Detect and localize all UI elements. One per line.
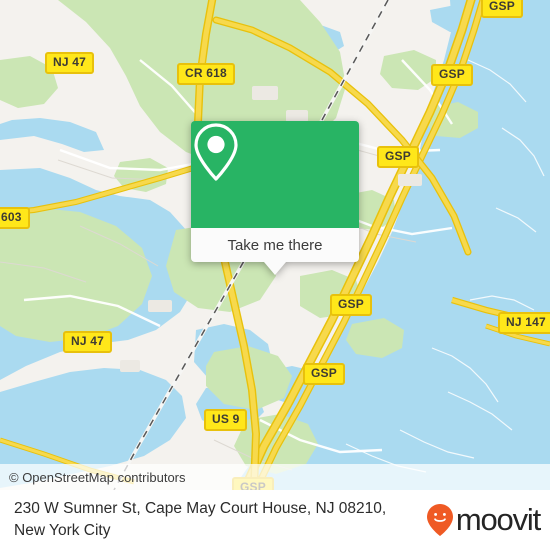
road-shield: NJ 47 <box>45 52 95 74</box>
map-attribution: © OpenStreetMap contributors <box>0 464 550 490</box>
moovit-wordmark: moovit <box>455 502 541 537</box>
map-pin-icon <box>194 123 238 181</box>
attribution-text[interactable]: © OpenStreetMap contributors <box>0 470 186 485</box>
moovit-pin-icon <box>426 504 453 536</box>
location-popup-card[interactable]: Take me there <box>191 121 359 275</box>
moovit-logo[interactable]: moovit <box>426 502 541 537</box>
address-line-2: New York City <box>14 522 111 539</box>
road-shield: GSP <box>431 64 473 86</box>
road-shield: US 9 <box>204 409 248 431</box>
map-canvas[interactable]: NJ 47 CR 618 GSP GSP GSP 603 GSP NJ 147 … <box>0 0 550 490</box>
map-screenshot: NJ 47 CR 618 GSP GSP GSP 603 GSP NJ 147 … <box>0 0 550 550</box>
address-block: 230 W Sumner St, Cape May Court House, N… <box>0 498 386 542</box>
road-shield: CR 618 <box>177 63 235 85</box>
popup-header <box>191 121 359 228</box>
road-shield: GSP <box>330 294 372 316</box>
road-shield: GSP <box>481 0 523 18</box>
road-shield: GSP <box>303 363 345 385</box>
footer-bar: 230 W Sumner St, Cape May Court House, N… <box>0 490 550 550</box>
road-shield: GSP <box>377 146 419 168</box>
take-me-there-button[interactable]: Take me there <box>227 237 322 254</box>
road-shield: 603 <box>0 207 30 229</box>
road-shield: NJ 47 <box>63 331 113 353</box>
road-shield: NJ 147 <box>498 312 550 334</box>
popup-pointer <box>264 262 286 275</box>
address-line-1: 230 W Sumner St, Cape May Court House, N… <box>14 500 387 517</box>
popup-footer[interactable]: Take me there <box>191 228 359 262</box>
